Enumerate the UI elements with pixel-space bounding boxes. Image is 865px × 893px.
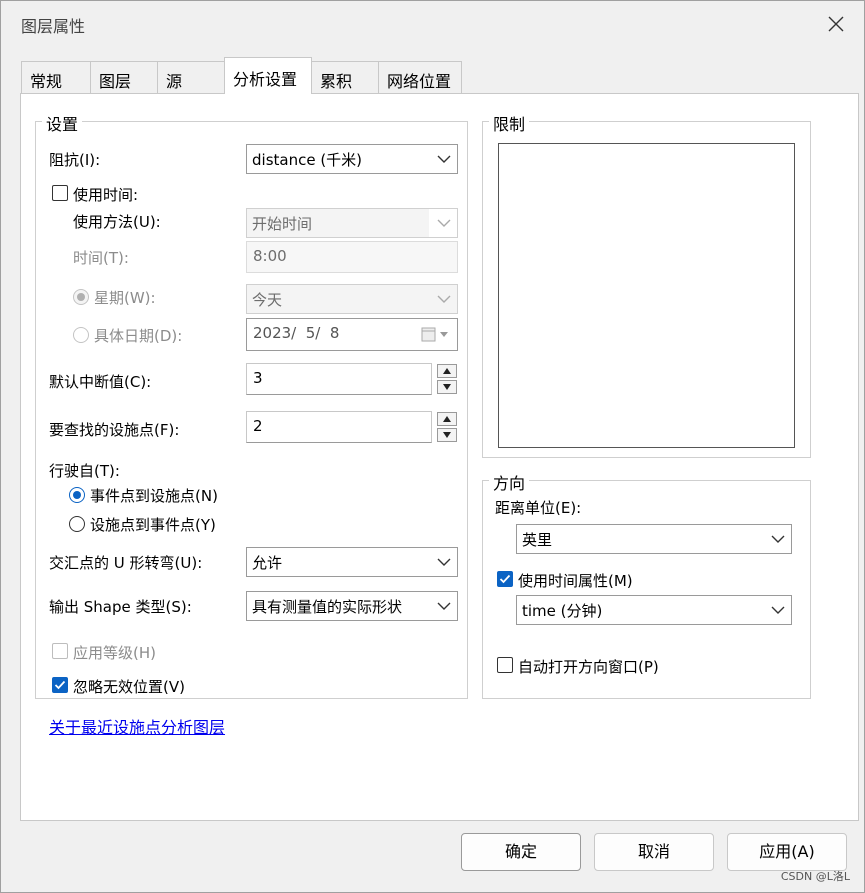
u-turns-value: 允许 bbox=[252, 554, 283, 572]
close-button[interactable] bbox=[819, 9, 853, 39]
impedance-value: distance (千米) bbox=[252, 151, 363, 169]
tab-label: 网络位置 bbox=[387, 72, 452, 91]
triangle-up-icon bbox=[443, 368, 451, 374]
watermark: CSDN @L洛L bbox=[780, 870, 850, 883]
tab-label: 常规 bbox=[30, 72, 63, 91]
chevron-down-icon bbox=[437, 295, 451, 303]
ok-button[interactable]: 确定 bbox=[461, 833, 581, 871]
title-bar: 图层属性 bbox=[1, 1, 864, 47]
distance-units-select[interactable]: 英里 bbox=[516, 524, 792, 554]
specific-date-radio[interactable] bbox=[73, 327, 89, 343]
u-turns-select[interactable]: 允许 bbox=[246, 547, 458, 577]
travel-from-facility-radio[interactable] bbox=[69, 516, 85, 532]
default-cutoff-spin-down[interactable] bbox=[437, 380, 457, 394]
use-time-attribute-label: 使用时间属性(M) bbox=[518, 572, 633, 590]
check-icon bbox=[54, 680, 66, 690]
ignore-invalid-label: 忽略无效位置(V) bbox=[73, 678, 185, 696]
chevron-down-icon bbox=[437, 558, 451, 566]
tab-label: 图层 bbox=[99, 72, 132, 91]
about-closest-facility-link[interactable]: 关于最近设施点分析图层 bbox=[49, 714, 225, 738]
chevron-down-icon bbox=[771, 535, 785, 543]
use-time-checkbox[interactable] bbox=[52, 185, 68, 201]
use-time-label: 使用时间: bbox=[73, 186, 139, 204]
time-attribute-select[interactable]: time (分钟) bbox=[516, 595, 792, 625]
default-cutoff-value: 3 bbox=[253, 369, 263, 387]
chevron-down-icon bbox=[437, 219, 451, 227]
use-hierarchy-checkbox[interactable] bbox=[52, 643, 68, 659]
auto-open-directions-label: 自动打开方向窗口(P) bbox=[518, 658, 659, 676]
cancel-button[interactable]: 取消 bbox=[594, 833, 714, 871]
weekday-value: 今天 bbox=[252, 291, 283, 309]
date-picker[interactable]: 2023/ 5/ 8 bbox=[246, 318, 458, 351]
apply-button[interactable]: 应用(A) bbox=[727, 833, 847, 871]
tab-accumulation[interactable]: 累积 bbox=[311, 61, 379, 93]
calendar-icon bbox=[421, 327, 448, 342]
layer-properties-dialog: 图层属性 常规 图层 源 分析设置 累积 网络位置 设置 阻抗(I): dist… bbox=[0, 0, 865, 893]
window-title: 图层属性 bbox=[21, 17, 86, 36]
method-select[interactable]: 开始时间 bbox=[246, 208, 458, 238]
tab-general[interactable]: 常规 bbox=[21, 61, 91, 93]
facilities-to-find-label: 要查找的设施点(F): bbox=[49, 421, 180, 439]
restrictions-group-title: 限制 bbox=[489, 111, 530, 135]
default-cutoff-label: 默认中断值(C): bbox=[49, 373, 152, 391]
default-cutoff-spin-up[interactable] bbox=[437, 364, 457, 378]
ignore-invalid-checkbox[interactable] bbox=[52, 677, 68, 693]
tab-analysis-settings[interactable]: 分析设置 bbox=[224, 57, 312, 94]
impedance-label: 阻抗(I): bbox=[49, 151, 101, 169]
facilities-to-find-input[interactable]: 2 bbox=[246, 411, 432, 443]
time-attribute-value: time (分钟) bbox=[522, 602, 603, 620]
chevron-down-icon bbox=[437, 602, 451, 610]
tab-label: 分析设置 bbox=[233, 70, 298, 89]
travel-from-incident-label: 事件点到设施点(N) bbox=[90, 487, 218, 505]
output-shape-label: 输出 Shape 类型(S): bbox=[49, 598, 192, 616]
impedance-select[interactable]: distance (千米) bbox=[246, 144, 458, 174]
output-shape-select[interactable]: 具有测量值的实际形状 bbox=[246, 591, 458, 621]
time-input[interactable]: 8:00 bbox=[246, 241, 458, 273]
weekday-label: 星期(W): bbox=[94, 289, 156, 307]
method-value: 开始时间 bbox=[252, 215, 313, 233]
default-cutoff-input[interactable]: 3 bbox=[246, 363, 432, 395]
auto-open-directions-checkbox[interactable] bbox=[497, 657, 513, 673]
restrictions-list[interactable] bbox=[498, 143, 795, 448]
triangle-up-icon bbox=[443, 416, 451, 422]
facilities-spin-down[interactable] bbox=[437, 428, 457, 442]
time-value: 8:00 bbox=[253, 247, 287, 265]
facilities-spin-up[interactable] bbox=[437, 412, 457, 426]
triangle-down-icon bbox=[443, 384, 451, 390]
weekday-select[interactable]: 今天 bbox=[246, 284, 458, 314]
facilities-to-find-value: 2 bbox=[253, 417, 263, 435]
tab-network-locations[interactable]: 网络位置 bbox=[378, 61, 462, 93]
close-icon bbox=[828, 16, 844, 32]
chevron-down-icon bbox=[771, 606, 785, 614]
triangle-down-icon bbox=[443, 432, 451, 438]
directions-group-title: 方向 bbox=[489, 470, 530, 494]
tab-label: 源 bbox=[166, 72, 183, 91]
output-shape-value: 具有测量值的实际形状 bbox=[252, 598, 403, 616]
travel-from-label: 行驶自(T): bbox=[49, 462, 120, 480]
tab-label: 累积 bbox=[320, 72, 353, 91]
chevron-down-icon bbox=[437, 155, 451, 163]
distance-units-label: 距离单位(E): bbox=[495, 499, 582, 517]
check-icon bbox=[499, 574, 511, 584]
distance-units-value: 英里 bbox=[522, 531, 553, 549]
time-label: 时间(T): bbox=[73, 249, 129, 267]
use-time-attribute-checkbox[interactable] bbox=[497, 571, 513, 587]
travel-from-incident-radio[interactable] bbox=[69, 487, 85, 503]
specific-date-label: 具体日期(D): bbox=[94, 327, 183, 345]
method-label: 使用方法(U): bbox=[73, 213, 161, 231]
tab-layer[interactable]: 图层 bbox=[90, 61, 158, 93]
use-hierarchy-label: 应用等级(H) bbox=[73, 644, 156, 662]
travel-from-facility-label: 设施点到事件点(Y) bbox=[90, 516, 216, 534]
tab-source[interactable]: 源 bbox=[157, 61, 225, 93]
u-turns-label: 交汇点的 U 形转弯(U): bbox=[49, 554, 203, 572]
date-value: 2023/ 5/ 8 bbox=[253, 324, 340, 342]
weekday-radio[interactable] bbox=[73, 289, 89, 305]
settings-group-title: 设置 bbox=[42, 111, 83, 135]
